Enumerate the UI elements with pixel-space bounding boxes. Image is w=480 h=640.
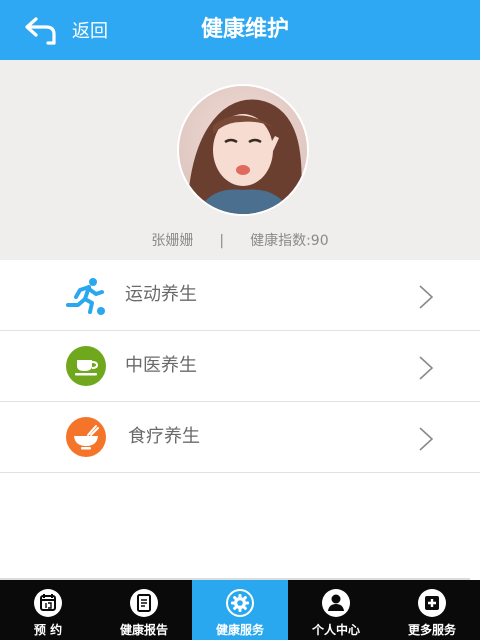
avatar[interactable] <box>177 84 309 216</box>
tab-appointment[interactable]: 预 约 <box>0 580 96 640</box>
menu-label-diet: 食疗养生 <box>128 426 200 447</box>
info-separator: | <box>219 233 225 249</box>
profile-section: 张姗姗 | 健康指数:90 <box>0 60 480 260</box>
bowl-icon <box>66 417 106 457</box>
health-index: 健康指数:90 <box>250 233 329 249</box>
tab-personal-center[interactable]: 个人中心 <box>288 580 384 640</box>
plus-icon <box>418 589 446 617</box>
chevron-right-icon <box>419 285 434 309</box>
tab-health-service[interactable]: 健康服务 <box>192 580 288 640</box>
menu-item-exercise[interactable]: 运动养生 <box>0 260 480 331</box>
page-title: 健康维护 <box>200 17 289 42</box>
user-name: 张姗姗 <box>151 233 194 249</box>
tab-label-personal-center: 个人中心 <box>311 623 360 637</box>
tab-label-health-service: 健康服务 <box>215 623 264 637</box>
menu-item-tcm[interactable]: 中医养生 <box>0 331 480 402</box>
menu-label-exercise: 运动养生 <box>125 284 197 305</box>
running-icon <box>66 275 106 315</box>
tab-label-health-report: 健康报告 <box>119 623 168 637</box>
user-info: 张姗姗 | 健康指数:90 <box>0 230 480 250</box>
tab-more-services[interactable]: 更多服务 <box>384 580 480 640</box>
tab-health-report[interactable]: 健康报告 <box>96 580 192 640</box>
tab-label-more-services: 更多服务 <box>407 623 456 637</box>
gear-icon <box>226 589 254 617</box>
report-icon <box>130 589 158 617</box>
teacup-icon <box>66 346 106 386</box>
header-bar: 返回 健康维护 <box>0 0 480 60</box>
bottom-tab-bar: 预 约 健康报告 健康服务 个人中心 更多服务 <box>0 580 480 640</box>
tab-label-appointment: 预 约 <box>33 623 63 637</box>
chevron-right-icon <box>419 356 434 380</box>
calendar-icon <box>34 589 62 617</box>
avatar-photo <box>179 86 307 214</box>
menu-item-diet[interactable]: 食疗养生 <box>0 402 480 473</box>
chevron-right-icon <box>419 427 434 451</box>
user-icon <box>322 589 350 617</box>
menu-label-tcm: 中医养生 <box>125 355 197 376</box>
health-menu: 运动养生 中医养生 食疗养生 <box>0 260 480 473</box>
